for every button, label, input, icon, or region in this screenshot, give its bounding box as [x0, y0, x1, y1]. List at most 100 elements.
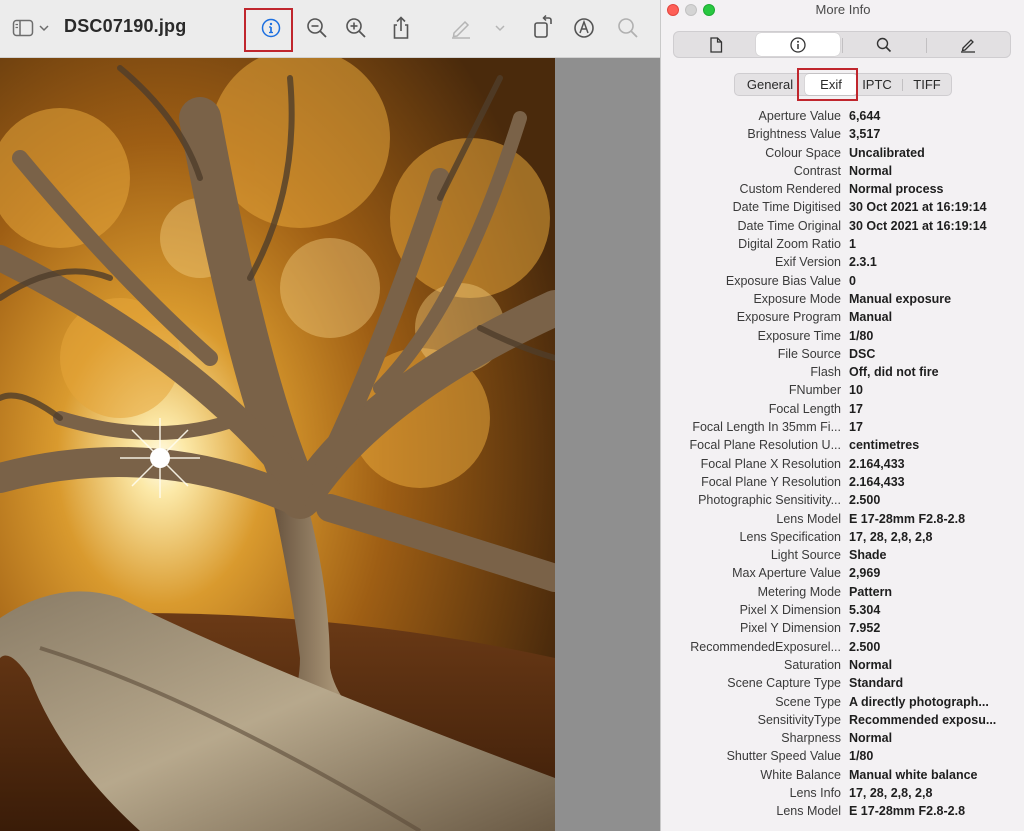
tab-info[interactable]: [756, 33, 840, 56]
exif-value[interactable]: Uncalibrated: [849, 144, 925, 162]
exif-value[interactable]: Manual exposure: [849, 290, 951, 308]
subtab-tiff[interactable]: TIFF: [905, 74, 949, 95]
more-info-window: More Info Aperture Value 6,644 Brightnes…: [660, 0, 1024, 831]
table-row: Scene Capture Type Standard: [661, 674, 1024, 692]
exif-value[interactable]: 2.500: [849, 491, 880, 509]
exif-value[interactable]: Normal: [849, 729, 892, 747]
exif-value[interactable]: A directly photograph...: [849, 693, 989, 711]
exif-value[interactable]: DSC: [849, 345, 875, 363]
table-row: Saturation Normal: [661, 656, 1024, 674]
table-row: Focal Plane Y Resolution 2.164,433: [661, 473, 1024, 491]
table-row: Lens Info 17, 28, 2,8, 2,8: [661, 784, 1024, 802]
table-row: Exposure Program Manual: [661, 308, 1024, 326]
exif-value[interactable]: Pattern: [849, 583, 892, 601]
exif-value[interactable]: 1/80: [849, 747, 873, 765]
exif-key: Exposure Program: [736, 310, 841, 325]
exif-value[interactable]: Normal: [849, 162, 892, 180]
exif-value[interactable]: 2.164,433: [849, 473, 905, 491]
exif-value[interactable]: Recommended exposu...: [849, 711, 996, 729]
tab-document[interactable]: [674, 33, 758, 56]
exif-value[interactable]: E 17-28mm F2.8-2.8: [849, 802, 965, 820]
exif-value[interactable]: 7.952: [849, 619, 880, 637]
exif-key: Flash: [810, 365, 841, 380]
table-row: Metering Mode Pattern: [661, 583, 1024, 601]
exif-key: Focal Length: [768, 401, 841, 416]
info-tabs: [673, 31, 1011, 58]
table-row: Exif Version 2.3.1: [661, 253, 1024, 271]
exif-value[interactable]: 17, 28, 2,8, 2,8: [849, 528, 932, 546]
table-row: Aperture Value 6,644: [661, 107, 1024, 125]
table-row: Lens Specification 17, 28, 2,8, 2,8: [661, 528, 1024, 546]
rotate-button[interactable]: [530, 14, 556, 40]
exif-key: Pixel X Dimension: [739, 603, 841, 618]
share-button[interactable]: [388, 14, 414, 42]
subtab-iptc[interactable]: IPTC: [859, 74, 895, 95]
photo-autumn-tree[interactable]: [0, 58, 555, 831]
exif-key: Date Time Original: [737, 218, 841, 233]
exif-key: Exposure Time: [757, 328, 841, 343]
exif-value[interactable]: 17, 28, 2,8, 2,8: [849, 784, 932, 802]
exif-key: Photographic Sensitivity...: [698, 493, 841, 508]
info-titlebar: More Info: [661, 0, 1024, 20]
sidebar-menu-chevron[interactable]: [38, 21, 50, 35]
exif-key: Custom Rendered: [739, 182, 841, 197]
exif-value[interactable]: 0: [849, 272, 856, 290]
markup-menu-chevron[interactable]: [493, 22, 507, 34]
exif-value[interactable]: 17: [849, 418, 863, 436]
search-button[interactable]: [615, 16, 641, 40]
chevron-down-icon: [495, 25, 505, 32]
exif-value[interactable]: 2.3.1: [849, 253, 877, 271]
exif-value[interactable]: centimetres: [849, 436, 919, 454]
exif-value[interactable]: 1: [849, 235, 856, 253]
markup-toolbar-button[interactable]: [571, 15, 597, 41]
table-row: Flash Off, did not fire: [661, 363, 1024, 381]
exif-value[interactable]: 30 Oct 2021 at 16:19:14: [849, 198, 987, 216]
exif-key: Focal Plane X Resolution: [700, 456, 841, 471]
info-button-highlight: [244, 8, 293, 52]
exif-value[interactable]: E 17-28mm F2.8-2.8: [849, 510, 965, 528]
exif-value[interactable]: Standard: [849, 674, 903, 692]
table-row: Brightness Value 3,517: [661, 125, 1024, 143]
exif-value[interactable]: Manual: [849, 308, 892, 326]
exif-value[interactable]: Normal: [849, 656, 892, 674]
table-row: Max Aperture Value 2,969: [661, 564, 1024, 582]
exif-value[interactable]: Manual white balance: [849, 766, 978, 784]
exif-value[interactable]: 6,644: [849, 107, 880, 125]
exif-value[interactable]: 30 Oct 2021 at 16:19:14: [849, 217, 987, 235]
exif-key: Focal Plane Resolution U...: [689, 438, 841, 453]
exif-tab-highlight: [797, 68, 858, 101]
exif-value[interactable]: 2.164,433: [849, 455, 905, 473]
table-row: Exposure Time 1/80: [661, 327, 1024, 345]
table-row: Date Time Original 30 Oct 2021 at 16:19:1…: [661, 217, 1024, 235]
sidebar-toggle-button[interactable]: [10, 17, 36, 39]
zoom-in-icon: [346, 18, 366, 38]
subtab-general[interactable]: General: [737, 74, 803, 95]
markup-circle-icon: [574, 18, 594, 38]
exif-value[interactable]: 1/80: [849, 327, 873, 345]
tab-annotations[interactable]: [926, 33, 1010, 56]
zoom-in-button[interactable]: [343, 16, 369, 40]
exif-key: Exposure Mode: [753, 291, 841, 306]
markup-button[interactable]: [448, 16, 474, 40]
rotate-icon: [534, 15, 552, 38]
chevron-down-icon: [39, 25, 49, 32]
exif-value[interactable]: 2,969: [849, 564, 880, 582]
exif-value[interactable]: 3,517: [849, 125, 880, 143]
table-row: Shutter Speed Value 1/80: [661, 747, 1024, 765]
exif-value[interactable]: Normal process: [849, 180, 943, 198]
table-row: RecommendedExposurel... 2.500: [661, 638, 1024, 656]
exif-value[interactable]: 5.304: [849, 601, 880, 619]
exif-value[interactable]: 2.500: [849, 638, 880, 656]
exif-value[interactable]: Shade: [849, 546, 887, 564]
exif-key: Focal Plane Y Resolution: [701, 474, 841, 489]
exif-key: Contrast: [793, 163, 841, 178]
zoom-out-button[interactable]: [304, 16, 330, 40]
exif-value[interactable]: 10: [849, 381, 863, 399]
exif-key: Saturation: [784, 657, 841, 672]
document-title: DSC07190.jpg: [64, 16, 187, 36]
exif-table: Aperture Value 6,644 Brightness Value 3,517…: [661, 107, 1024, 821]
table-row: Photographic Sensitivity... 2.500: [661, 491, 1024, 509]
exif-value[interactable]: Off, did not fire: [849, 363, 939, 381]
tab-keywords[interactable]: [842, 33, 926, 56]
exif-value[interactable]: 17: [849, 400, 863, 418]
